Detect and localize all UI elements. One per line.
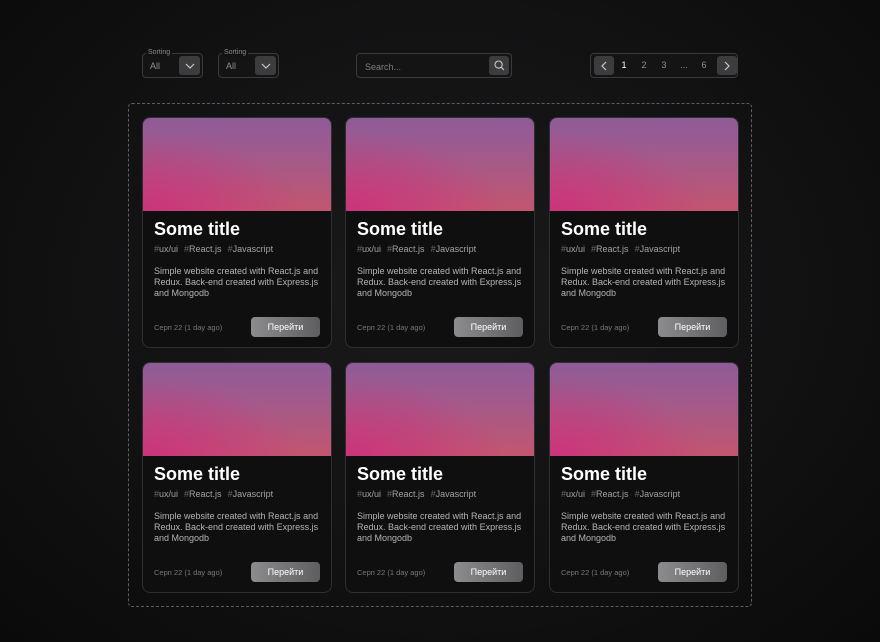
card-title: Some title	[154, 219, 241, 239]
card-tags: #ux/ui #React.js #Javascript	[154, 489, 279, 499]
tag[interactable]: #React.js	[591, 244, 629, 254]
card-tags: #ux/ui #React.js #Javascript	[357, 244, 482, 254]
page-2[interactable]: 2	[636, 60, 652, 70]
project-card: Some title #ux/ui #React.js #Javascript Si…	[142, 362, 332, 593]
card-image	[143, 118, 331, 211]
project-card: Some title #ux/ui #React.js #Javascript Si…	[549, 117, 739, 348]
search-icon	[493, 60, 504, 71]
tag[interactable]: #Javascript	[635, 244, 681, 254]
project-card: Some title #ux/ui #React.js #Javascript Si…	[345, 117, 535, 348]
card-date: Серп 22 (1 day ago)	[561, 323, 630, 332]
chevron-down-icon[interactable]	[255, 56, 276, 75]
card-title: Some title	[561, 219, 648, 239]
card-title: Some title	[561, 464, 648, 484]
sorting-select-2[interactable]: Sorting All	[218, 48, 279, 78]
card-date: Серп 22 (1 day ago)	[357, 568, 426, 577]
tag[interactable]: #Javascript	[431, 244, 477, 254]
page-6[interactable]: 6	[696, 60, 712, 70]
card-tags: #ux/ui #React.js #Javascript	[561, 489, 686, 499]
card-tags: #ux/ui #React.js #Javascript	[154, 244, 279, 254]
open-project-button[interactable]: Перейти	[454, 562, 523, 582]
card-description: Simple website created with React.js and…	[561, 511, 726, 543]
tag[interactable]: #Javascript	[431, 489, 477, 499]
search-box	[356, 53, 512, 78]
page-1[interactable]: 1	[616, 60, 632, 70]
card-image	[550, 363, 738, 456]
project-card: Some title #ux/ui #React.js #Javascript Si…	[345, 362, 535, 593]
project-card: Some title #ux/ui #React.js #Javascript Si…	[549, 362, 739, 593]
card-description: Simple website created with React.js and…	[357, 511, 522, 543]
tag[interactable]: #React.js	[387, 244, 425, 254]
tag[interactable]: #ux/ui	[357, 244, 381, 254]
card-tags: #ux/ui #React.js #Javascript	[357, 489, 482, 499]
card-date: Серп 22 (1 day ago)	[357, 323, 426, 332]
card-description: Simple website created with React.js and…	[357, 266, 522, 298]
tag[interactable]: #ux/ui	[357, 489, 381, 499]
sorting-select-1[interactable]: Sorting All	[142, 48, 203, 78]
tag[interactable]: #ux/ui	[154, 489, 178, 499]
card-description: Simple website created with React.js and…	[561, 266, 726, 298]
search-input[interactable]	[363, 58, 485, 76]
card-description: Simple website created with React.js and…	[154, 511, 319, 543]
tag[interactable]: #ux/ui	[561, 489, 585, 499]
sorting-value: All	[150, 61, 161, 71]
open-project-button[interactable]: Перейти	[454, 317, 523, 337]
sorting-label: Sorting	[222, 48, 249, 57]
card-date: Серп 22 (1 day ago)	[561, 568, 630, 577]
card-title: Some title	[154, 464, 241, 484]
search-button[interactable]	[489, 56, 509, 75]
tag[interactable]: #Javascript	[228, 244, 274, 254]
tag[interactable]: #Javascript	[228, 489, 274, 499]
card-date: Серп 22 (1 day ago)	[154, 568, 223, 577]
open-project-button[interactable]: Перейти	[658, 317, 727, 337]
tag[interactable]: #React.js	[184, 489, 222, 499]
tag[interactable]: #React.js	[591, 489, 629, 499]
card-image	[143, 363, 331, 456]
tag[interactable]: #ux/ui	[154, 244, 178, 254]
tag[interactable]: #Javascript	[635, 489, 681, 499]
tag[interactable]: #ux/ui	[561, 244, 585, 254]
page-3[interactable]: 3	[656, 60, 672, 70]
sorting-label: Sorting	[146, 48, 173, 57]
sorting-value: All	[226, 61, 237, 71]
chevron-left-icon	[601, 61, 607, 70]
prev-page-button[interactable]	[594, 56, 614, 75]
card-image	[346, 118, 534, 211]
open-project-button[interactable]: Перейти	[658, 562, 727, 582]
tag[interactable]: #React.js	[184, 244, 222, 254]
card-description: Simple website created with React.js and…	[154, 266, 319, 298]
card-title: Some title	[357, 464, 444, 484]
pagination: 1 2 3 ... 6	[590, 53, 738, 78]
project-card: Some title #ux/ui #React.js #Javascript Si…	[142, 117, 332, 348]
page-ellipsis: ...	[680, 60, 688, 70]
open-project-button[interactable]: Перейти	[251, 317, 320, 337]
card-image	[550, 118, 738, 211]
card-tags: #ux/ui #React.js #Javascript	[561, 244, 686, 254]
card-title: Some title	[357, 219, 444, 239]
chevron-down-icon[interactable]	[179, 56, 200, 75]
chevron-right-icon	[724, 61, 730, 70]
open-project-button[interactable]: Перейти	[251, 562, 320, 582]
tag[interactable]: #React.js	[387, 489, 425, 499]
next-page-button[interactable]	[717, 56, 737, 75]
card-image	[346, 363, 534, 456]
card-date: Серп 22 (1 day ago)	[154, 323, 223, 332]
